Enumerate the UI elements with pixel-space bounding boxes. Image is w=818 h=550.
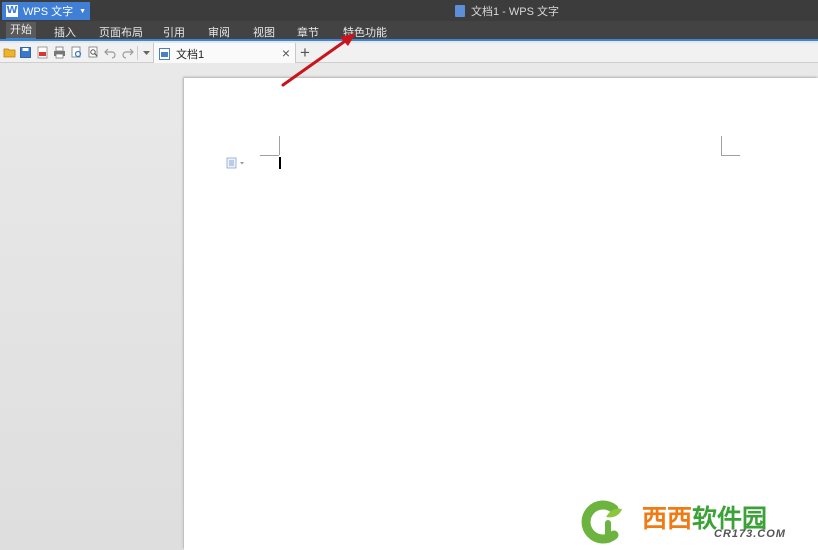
wps-document-icon — [159, 47, 170, 60]
tab-references[interactable]: 引用 — [163, 24, 185, 40]
open-icon[interactable] — [3, 46, 16, 59]
watermark-name-part1: 西西 — [642, 504, 693, 533]
paragraph-layout-icon[interactable] — [226, 157, 246, 169]
ribbon-tab-bar: 开始 插入 页面布局 引用 审阅 视图 章节 特色功能 — [0, 21, 818, 41]
document-tab[interactable]: 文档1 × — [153, 43, 296, 64]
margin-corner-top-right-vertical — [721, 136, 722, 155]
document-tab-label: 文档1 — [176, 48, 205, 61]
tab-insert[interactable]: 插入 — [54, 24, 76, 40]
tab-home[interactable]: 开始 — [6, 22, 36, 40]
window-title: 文档1 - WPS 文字 — [455, 3, 559, 19]
margin-corner-top-left-vertical — [279, 136, 280, 155]
tab-review[interactable]: 审阅 — [208, 24, 230, 40]
chevron-down-icon: ▼ — [79, 7, 86, 15]
margin-corner-top-left — [260, 155, 279, 156]
watermark: 西西软件园 CR173.COM — [572, 495, 818, 550]
left-margin-pane — [0, 63, 182, 550]
text-cursor — [279, 157, 281, 169]
redo-icon[interactable] — [121, 46, 134, 59]
watermark-domain: CR173.COM — [714, 528, 786, 540]
quick-access-toolbar: 文档1 × + — [0, 43, 818, 64]
toolbar-separator — [137, 46, 138, 60]
window-title-text: 文档1 - WPS 文字 — [471, 6, 560, 18]
margin-corner-top-right — [721, 155, 740, 156]
tab-page-layout[interactable]: 页面布局 — [99, 24, 143, 40]
app-menu-button[interactable]: W WPS 文字 ▼ — [2, 2, 90, 20]
customize-dropdown-icon[interactable] — [140, 46, 153, 59]
print-preview-icon[interactable] — [70, 46, 83, 59]
save-icon[interactable] — [19, 46, 32, 59]
find-icon[interactable] — [87, 46, 100, 59]
undo-icon[interactable] — [104, 46, 117, 59]
document-icon — [455, 5, 465, 17]
tab-view[interactable]: 视图 — [253, 24, 275, 40]
cr173-logo-icon — [581, 500, 622, 544]
print-icon[interactable] — [53, 46, 66, 59]
app-menu-label: WPS 文字 — [23, 6, 74, 18]
export-pdf-icon[interactable] — [36, 46, 49, 59]
wps-logo-icon: W — [6, 5, 18, 17]
title-bar: W WPS 文字 ▼ 文档1 - WPS 文字 — [0, 0, 818, 21]
annotation-arrow — [281, 33, 356, 87]
